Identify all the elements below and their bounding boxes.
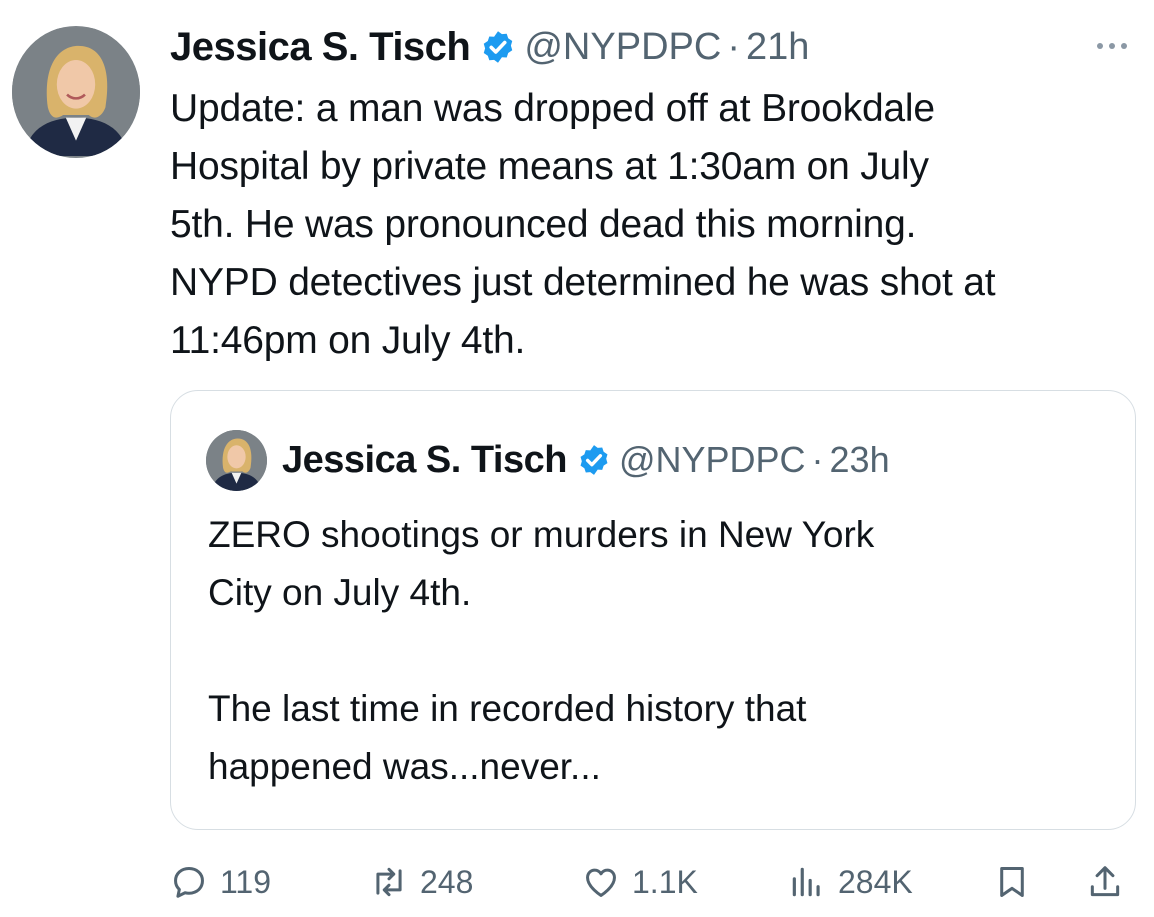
quoted-tweet-timestamp[interactable]: 23h [830,439,890,481]
views-bar-chart-icon [792,867,820,897]
avatar-image [206,430,267,491]
quoted-author-avatar[interactable] [206,430,267,491]
heart-icon [586,868,616,897]
bookmark-icon [1000,867,1024,897]
views-button[interactable]: 284K [788,850,913,914]
author-name[interactable]: Jessica S. Tisch [170,25,471,70]
more-dots-icon[interactable] [1092,36,1132,56]
reply-count: 119 [220,863,272,900]
reply-button[interactable]: 119 [170,850,271,914]
author-avatar[interactable] [12,26,140,158]
header-separator: · [727,25,740,68]
quoted-text-line: ZERO shootings or murders in New York [208,514,875,555]
verified-check-icon [484,31,513,63]
repost-icon [376,867,402,897]
tweet-timestamp[interactable]: 21h [746,26,809,69]
quoted-text-line: happened was...never... [208,746,601,787]
repost-count: 248 [420,863,474,900]
quoted-text-line: The last time in recorded history that [208,688,807,729]
tweet-header: Jessica S. Tisch @NYPDPC · 21h [170,22,809,72]
tweet-text-line: NYPD detectives just determined he was s… [170,261,996,304]
quoted-author-handle[interactable]: @NYPDPC [619,439,806,481]
repost-button[interactable]: 248 [370,850,473,914]
quoted-tweet-header: Jessica S. Tisch @NYPDPC · 23h [282,436,890,484]
share-icon [1090,866,1120,897]
reply-icon [174,867,204,898]
header-separator: · [811,439,824,480]
tweet-text-line: Hospital by private means at 1:30am on J… [170,145,929,188]
quoted-author-name[interactable]: Jessica S. Tisch [282,439,567,482]
author-handle[interactable]: @NYPDPC [524,26,721,69]
tweet-text-line: 11:46pm on July 4th. [170,319,526,362]
like-count: 1.1K [632,863,698,900]
avatar-image [12,28,140,156]
bookmark-button[interactable] [993,850,1031,914]
tweet-text-line: Update: a man was dropped off at Brookda… [170,87,935,130]
views-count: 284K [838,863,913,900]
like-button[interactable]: 1.1K [582,850,698,914]
tweet-text: Update: a man was dropped off at Brookda… [170,80,1145,370]
tweet-text-line: 5th. He was pronounced dead this morning… [170,203,917,246]
tweet-action-bar: 119 248 1.1K 284K [0,850,1154,914]
verified-check-icon [580,445,608,475]
quoted-tweet-text: ZERO shootings or murders in New York Ci… [208,506,1108,796]
quoted-text-line: City on July 4th. [208,572,472,613]
share-button[interactable] [1086,850,1124,914]
